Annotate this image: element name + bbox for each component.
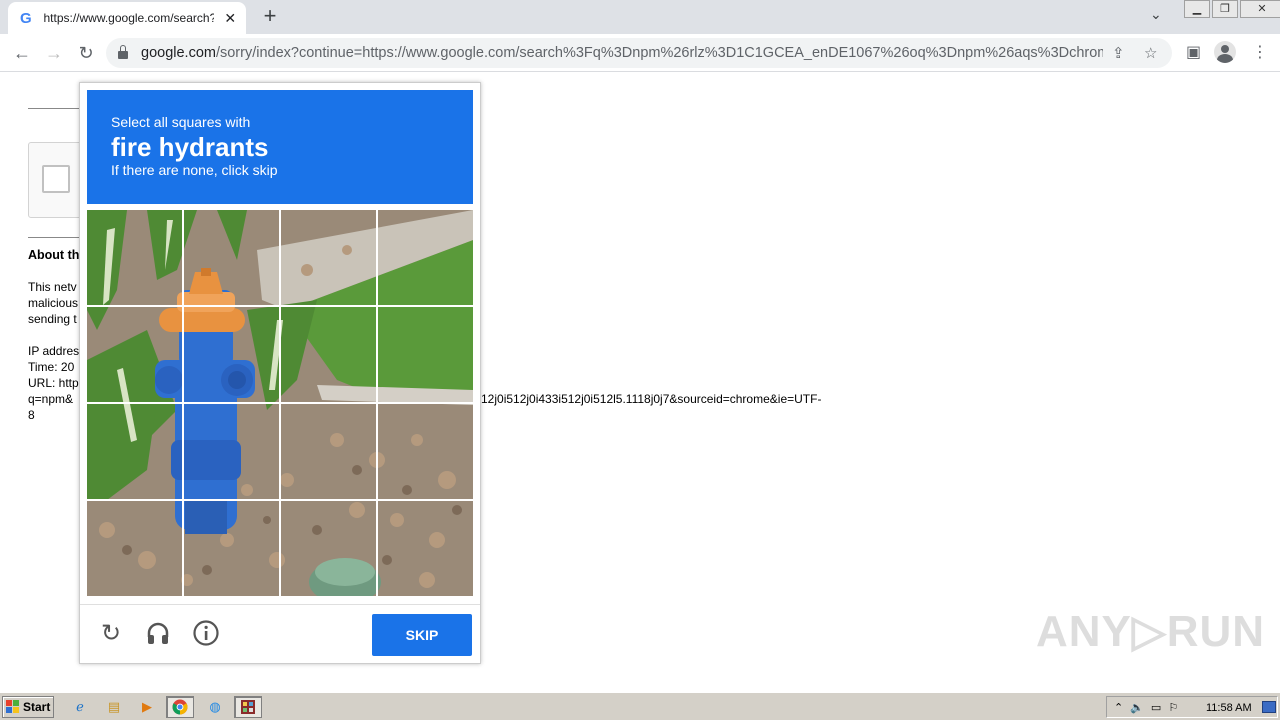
tab-title: https://www.google.com/search?q= — [43, 11, 215, 25]
recaptcha-challenge-popup: Select all squares with fire hydrants If… — [79, 82, 481, 664]
lock-icon[interactable] — [118, 45, 128, 59]
info-line: 8 — [28, 408, 35, 422]
show-desktop-icon[interactable] — [1262, 701, 1276, 713]
start-button[interactable]: Start — [2, 696, 54, 718]
internet-explorer-icon[interactable]: ℯ — [66, 696, 94, 718]
url-text[interactable]: google.com/sorry/index?continue=https://… — [141, 45, 1103, 61]
info-line: Time: 20 — [28, 360, 75, 374]
windows-taskbar: Start ℯ ▤ ▶ ◍ ⌃ 🔈 ▭ ⚐ 11:58 AM — [0, 692, 1280, 720]
challenge-footer: ↻ SKIP — [80, 604, 480, 664]
menu-kebab-icon[interactable]: ⋮ — [1252, 42, 1268, 62]
window-controls: ▁ ❐ ✕ — [1182, 0, 1280, 18]
clock[interactable]: 11:58 AM — [1206, 702, 1252, 714]
network-icon[interactable]: ▭ — [1151, 701, 1161, 714]
challenge-header: Select all squares with fire hydrants If… — [87, 90, 473, 204]
info-line: sending t — [28, 312, 77, 326]
action-center-flag-icon[interactable]: ⚐ — [1168, 701, 1178, 714]
google-favicon-icon: G — [20, 9, 32, 27]
about-heading: About th — [28, 248, 80, 262]
grid-tile[interactable] — [184, 404, 278, 498]
file-explorer-icon[interactable]: ▤ — [100, 696, 128, 718]
archive-app-icon[interactable] — [234, 696, 262, 718]
reload-challenge-icon[interactable]: ↻ — [96, 619, 126, 649]
divider — [28, 237, 80, 238]
grid-tile[interactable] — [281, 307, 375, 401]
skip-button[interactable]: SKIP — [372, 614, 472, 656]
back-arrow-icon[interactable]: ← — [10, 42, 34, 64]
grid-tile[interactable] — [87, 307, 181, 401]
url-path: /sorry/index?continue=https://www.google… — [215, 45, 1103, 61]
tray-expand-icon[interactable]: ⌃ — [1114, 701, 1123, 714]
grid-tile[interactable] — [281, 501, 375, 595]
bookmark-star-icon[interactable]: ☆ — [1144, 44, 1157, 62]
minimize-button[interactable]: ▁ — [1184, 0, 1210, 18]
grid-tile[interactable] — [87, 404, 181, 498]
chrome-taskbar-icon[interactable] — [166, 696, 194, 718]
grid-tile[interactable] — [184, 501, 278, 595]
challenge-hint: If there are none, click skip — [111, 162, 278, 178]
forward-arrow-icon[interactable]: → — [42, 42, 66, 64]
new-tab-button[interactable]: + — [258, 4, 282, 28]
windows-logo-icon — [6, 700, 20, 714]
system-tray: ⌃ 🔈 ▭ ⚐ — [1106, 696, 1278, 718]
grid-tile[interactable] — [378, 307, 472, 401]
profile-avatar-icon[interactable] — [1214, 41, 1236, 63]
challenge-target: fire hydrants — [111, 132, 269, 162]
grid-tile[interactable] — [281, 404, 375, 498]
media-player-icon[interactable]: ▶ — [133, 696, 161, 718]
url-tail-text: 12j0i512j0i433i512j0i512l5.1118j0j7&sour… — [481, 392, 822, 406]
close-window-button[interactable]: ✕ — [1240, 0, 1280, 18]
info-line: IP addres — [28, 344, 80, 358]
grid-tile[interactable] — [87, 210, 181, 304]
tab-search-chevron-icon[interactable]: ⌄ — [1150, 6, 1162, 23]
grid-tile[interactable] — [378, 210, 472, 304]
divider — [28, 108, 80, 109]
grid-tile[interactable] — [378, 404, 472, 498]
share-icon[interactable]: ⇪ — [1112, 44, 1125, 62]
volume-icon[interactable]: 🔈 — [1130, 701, 1144, 714]
anyrun-watermark-logo: ANY▷RUN — [1036, 607, 1266, 656]
address-bar[interactable]: google.com/sorry/index?continue=https://… — [106, 38, 1172, 68]
tab-strip: G https://www.google.com/search?q= ✕ + ⌄… — [0, 0, 1280, 34]
audio-challenge-headphones-icon[interactable] — [143, 619, 173, 649]
side-panel-icon[interactable]: ▣ — [1186, 42, 1201, 62]
info-line: URL: http — [28, 376, 79, 390]
grid-tile[interactable] — [184, 210, 278, 304]
reload-icon[interactable]: ↻ — [74, 42, 98, 64]
start-label: Start — [23, 700, 51, 714]
edge-icon[interactable]: ◍ — [201, 696, 229, 718]
grid-tile[interactable] — [184, 307, 278, 401]
info-icon[interactable] — [191, 619, 221, 649]
browser-toolbar: ← → ↻ google.com/sorry/index?continue=ht… — [0, 34, 1280, 72]
grid-tile[interactable] — [281, 210, 375, 304]
url-host: google.com — [141, 45, 216, 61]
info-line: This netv — [28, 280, 77, 294]
grid-tile[interactable] — [87, 501, 181, 595]
tab-close-icon[interactable]: ✕ — [222, 10, 238, 27]
challenge-subtitle: Select all squares with — [111, 114, 251, 130]
restore-button[interactable]: ❐ — [1212, 0, 1238, 18]
tab-google-search[interactable]: G https://www.google.com/search?q= ✕ — [8, 2, 246, 34]
info-line: malicious — [28, 296, 79, 310]
image-grid — [87, 210, 473, 596]
grid-tile[interactable] — [378, 501, 472, 595]
info-line: q=npm& — [28, 392, 74, 406]
recaptcha-checkbox[interactable] — [42, 165, 70, 193]
